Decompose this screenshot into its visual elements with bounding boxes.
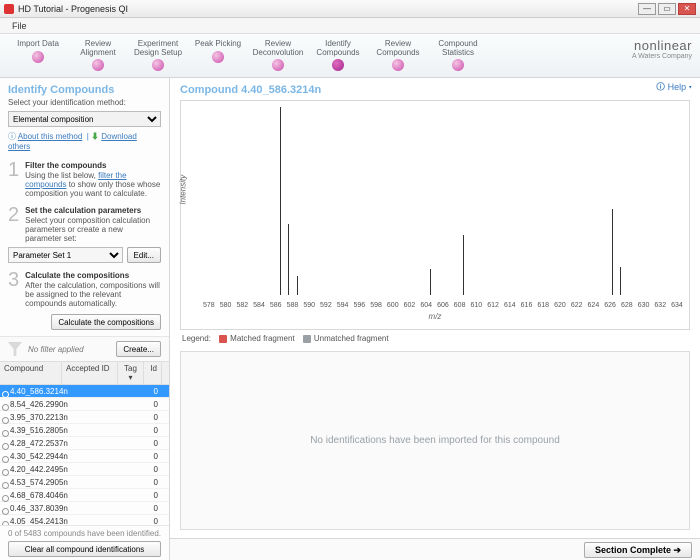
th-compound[interactable]: Compound	[0, 362, 62, 384]
workflow-step-2[interactable]: ExperimentDesign Setup	[128, 40, 188, 71]
brand-logo: nonlinear A Waters Company	[632, 38, 692, 60]
brand-sub: A Waters Company	[632, 53, 692, 60]
th-accepted[interactable]: Accepted ID	[62, 362, 118, 384]
menu-file[interactable]: File	[6, 20, 33, 32]
table-row[interactable]: 4.53_574.2905n0	[0, 476, 169, 489]
minimize-button[interactable]: —	[638, 3, 656, 15]
window-title: HD Tutorial - Progenesis QI	[18, 4, 638, 14]
filter-row: No filter applied Create...	[0, 336, 169, 361]
compound-table[interactable]: 4.40_586.3214n08.54_426.2990n03.95_370.2…	[0, 385, 169, 525]
section-complete-button[interactable]: Section Complete ➔	[584, 542, 692, 558]
workflow-step-0[interactable]: Import Data	[8, 40, 68, 71]
peak	[288, 224, 289, 295]
workflow-strip: Import DataReviewAlignmentExperimentDesi…	[0, 34, 700, 78]
x-axis-label: m/z	[181, 312, 689, 321]
app-icon	[4, 4, 14, 14]
info-icon: ⓘ	[8, 132, 16, 141]
workflow-step-4[interactable]: ReviewDeconvolution	[248, 40, 308, 71]
empty-message: No identifications have been imported fo…	[310, 435, 560, 446]
table-row[interactable]: 4.68_678.4046n0	[0, 489, 169, 502]
workflow-step-3[interactable]: Peak Picking	[188, 40, 248, 71]
table-row[interactable]: 4.28_472.2537n0	[0, 437, 169, 450]
workflow-step-1[interactable]: ReviewAlignment	[68, 40, 128, 71]
about-method-link[interactable]: About this method	[18, 132, 82, 141]
workflow-step-5[interactable]: IdentifyCompounds	[308, 40, 368, 71]
spectrum-chart[interactable]: Intensity 578580582584586588590592594596…	[180, 100, 690, 330]
peak	[620, 267, 621, 295]
window-titlebar: HD Tutorial - Progenesis QI — ▭ ✕	[0, 0, 700, 18]
peak	[280, 107, 281, 295]
brand-name: nonlinear	[632, 38, 692, 53]
create-filter-button[interactable]: Create...	[116, 341, 161, 357]
table-row[interactable]: 4.05_454.2413n0	[0, 515, 169, 525]
filter-text: No filter applied	[28, 345, 116, 354]
calculate-button[interactable]: Calculate the compositions	[51, 314, 161, 330]
step-2: 2 Set the calculation parameters Select …	[0, 202, 169, 247]
edit-paramset-button[interactable]: Edit...	[127, 247, 161, 263]
sidebar-heading: Identify Compounds	[0, 78, 169, 98]
workflow-step-7[interactable]: CompoundStatistics	[428, 40, 488, 71]
th-tag[interactable]: Tag ▾	[118, 362, 144, 384]
y-axis-label: Intensity	[179, 175, 188, 205]
funnel-icon	[8, 342, 22, 356]
unmatched-swatch	[303, 335, 311, 343]
table-row[interactable]: 4.20_442.2495n0	[0, 463, 169, 476]
step-1: 1 Filter the compounds Using the list be…	[0, 157, 169, 202]
table-header: Compound Accepted ID Tag ▾ Id	[0, 361, 169, 385]
method-select[interactable]: Elemental composition	[8, 111, 161, 127]
clear-ids-button[interactable]: Clear all compound identifications	[8, 541, 161, 557]
sidebar: Identify Compounds Select your identific…	[0, 78, 170, 560]
chart-title: Compound 4.40_586.3214n	[170, 78, 700, 100]
details-panel: No identifications have been imported fo…	[180, 351, 690, 530]
paramset-select[interactable]: Parameter Set 1	[8, 247, 123, 263]
table-row[interactable]: 3.95_370.2213n0	[0, 411, 169, 424]
menu-bar: File	[0, 18, 700, 34]
workflow-step-6[interactable]: ReviewCompounds	[368, 40, 428, 71]
matched-swatch	[219, 335, 227, 343]
page-footer: Section Complete ➔	[170, 538, 700, 560]
table-row[interactable]: 4.40_586.3214n0	[0, 385, 169, 398]
step2-title: Set the calculation parameters	[25, 206, 161, 215]
table-row[interactable]: 8.54_426.2990n0	[0, 398, 169, 411]
sidebar-sub: Select your identification method:	[0, 98, 169, 111]
peak	[297, 276, 298, 295]
close-button[interactable]: ✕	[678, 3, 696, 15]
maximize-button[interactable]: ▭	[658, 3, 676, 15]
peak	[463, 235, 464, 295]
table-row[interactable]: 0.46_337.8039n0	[0, 502, 169, 515]
table-row[interactable]: 4.30_542.2944n0	[0, 450, 169, 463]
table-row[interactable]: 4.39_516.2805n0	[0, 424, 169, 437]
step-3: 3 Calculate the compositions After the c…	[0, 267, 169, 312]
step3-title: Calculate the compositions	[25, 271, 161, 280]
step1-title: Filter the compounds	[25, 161, 161, 170]
x-axis-ticks: 5785805825845865885905925945965986006026…	[203, 302, 683, 309]
chart-legend: Legend: Matched fragment Unmatched fragm…	[170, 330, 700, 347]
peak	[430, 269, 431, 295]
help-link[interactable]: 🛈 Help ▾	[656, 80, 692, 96]
th-id[interactable]: Id	[144, 362, 162, 384]
peak	[612, 209, 613, 295]
footer-count: 0 of 5483 compounds have been identified…	[8, 529, 161, 538]
content-area: 🛈 Help ▾ Compound 4.40_586.3214n Intensi…	[170, 78, 700, 560]
